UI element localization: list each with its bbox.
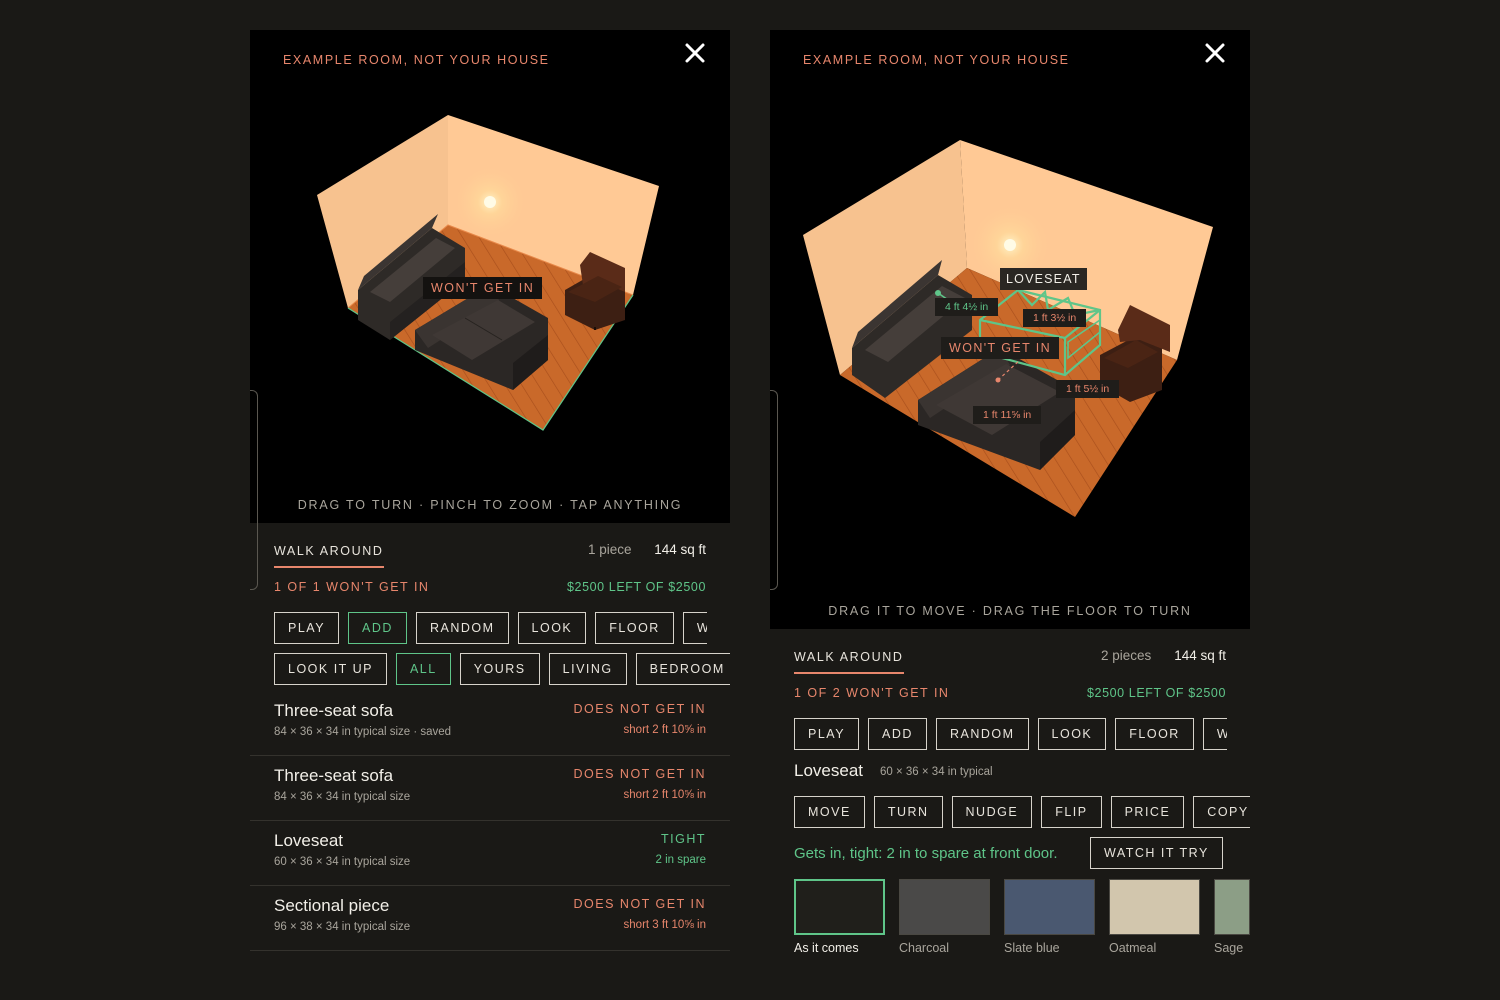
drawer-handle[interactable]: [770, 390, 778, 590]
wall-button[interactable]: WAL: [1202, 718, 1227, 750]
play-button[interactable]: PLAY: [794, 718, 860, 750]
bottom-sheet: WALK AROUND 2 pieces 144 sq ft 1 OF 2 WO…: [770, 629, 1250, 955]
floor-button[interactable]: FLOOR: [595, 612, 674, 644]
fit-status: 1 OF 2 WON'T GET IN: [794, 686, 950, 700]
swatch-slate-blue[interactable]: Slate blue: [1004, 879, 1095, 955]
random-button[interactable]: RANDOM: [935, 718, 1029, 750]
right-panel: EXAMPLE ROOM, NOT YOUR HOUSE LOVESEAT 4 …: [770, 30, 1250, 970]
swatch-as-it-comes[interactable]: As it comes: [794, 879, 885, 955]
item-fit-status: DOES NOT GET IN: [573, 897, 706, 911]
bottom-sheet: WALK AROUND 1 piece 144 sq ft 1 OF 1 WON…: [250, 523, 730, 951]
item-name: Three-seat sofa: [274, 701, 394, 720]
filter-all[interactable]: ALL: [395, 653, 451, 685]
item-name: Loveseat: [274, 831, 343, 850]
swatch-label: As it comes: [794, 941, 859, 955]
item-fit-detail: short 2 ft 10⅝ in: [623, 789, 706, 801]
nudge-button[interactable]: NUDGE: [951, 796, 1033, 828]
flip-button[interactable]: FLIP: [1041, 796, 1102, 828]
move-button[interactable]: MOVE: [794, 796, 865, 828]
dimension-label: 1 ft 5½ in: [1056, 380, 1120, 398]
swatch-oatmeal[interactable]: Oatmeal: [1109, 879, 1200, 955]
dimension-label: 1 ft 3½ in: [1023, 309, 1087, 327]
piece-count: 1 piece: [588, 542, 632, 557]
list-item[interactable]: Three-seat sofa 84 × 36 × 34 in typical …: [250, 756, 730, 821]
swatch-sage[interactable]: Sage: [1214, 879, 1250, 955]
copy-button[interactable]: COPY: [1193, 796, 1250, 828]
scene-title: EXAMPLE ROOM, NOT YOUR HOUSE: [803, 53, 1070, 67]
add-button[interactable]: ADD: [348, 612, 407, 644]
selected-item-name: Loveseat: [794, 761, 863, 780]
turn-button[interactable]: TURN: [873, 796, 943, 828]
catalog-list: Three-seat sofa 84 × 36 × 34 in typical …: [250, 691, 730, 951]
swatch-label: Slate blue: [1004, 941, 1060, 955]
floor-button[interactable]: FLOOR: [1115, 718, 1194, 750]
swatch-label: Sage: [1214, 941, 1244, 955]
room-area: 144 sq ft: [654, 542, 706, 557]
selected-item-dimensions: 60 × 36 × 34 in typical: [880, 766, 993, 778]
item-dimensions: 60 × 36 × 34 in typical size: [274, 856, 411, 868]
close-icon[interactable]: [682, 40, 708, 66]
swatch-color: [1214, 879, 1250, 935]
close-icon[interactable]: [1202, 40, 1228, 66]
left-panel: EXAMPLE ROOM, NOT YOUR HOUSE WON'T GET I…: [250, 30, 730, 970]
play-button[interactable]: PLAY: [274, 612, 340, 644]
swatch-color: [794, 879, 885, 935]
gesture-hint: DRAG TO TURN · PINCH TO ZOOM · TAP ANYTH…: [297, 498, 683, 512]
swatch-color: [1109, 879, 1200, 935]
wont-fit-tag: WON'T GET IN: [423, 277, 543, 299]
room-3d-view[interactable]: [770, 30, 1250, 629]
item-fit-detail: 2 in spare: [655, 854, 706, 866]
swatch-color: [1004, 879, 1095, 935]
budget-status: $2500 LEFT OF $2500: [1086, 686, 1226, 700]
look-it-up-button[interactable]: LOOK IT UP: [274, 653, 387, 685]
list-item[interactable]: Loveseat 60 × 36 × 34 in typical size TI…: [250, 821, 730, 886]
loveseat-tag: LOVESEAT: [1000, 268, 1087, 290]
item-dimensions: 84 × 36 × 34 in typical size: [274, 791, 411, 803]
look-button[interactable]: LOOK: [1037, 718, 1107, 750]
look-button[interactable]: LOOK: [517, 612, 587, 644]
budget-status: $2500 LEFT OF $2500: [566, 580, 706, 594]
item-fit-detail: short 2 ft 10⅝ in: [623, 724, 706, 736]
filter-yours[interactable]: YOURS: [459, 653, 540, 685]
swatch-color: [899, 879, 990, 935]
room-area: 144 sq ft: [1174, 648, 1226, 663]
fit-status: 1 OF 1 WON'T GET IN: [274, 580, 430, 594]
scene-title: EXAMPLE ROOM, NOT YOUR HOUSE: [283, 53, 550, 67]
piece-count: 2 pieces: [1101, 648, 1152, 663]
price-button[interactable]: PRICE: [1110, 796, 1185, 828]
filter-bedroom[interactable]: BEDROOM: [635, 653, 730, 685]
item-dimensions: 96 × 38 × 34 in typical size: [274, 921, 411, 933]
swatch-charcoal[interactable]: Charcoal: [899, 879, 990, 955]
tab-walk-around[interactable]: WALK AROUND: [274, 544, 384, 568]
wall-button[interactable]: WAL: [682, 612, 707, 644]
swatch-label: Charcoal: [899, 941, 950, 955]
item-name: Three-seat sofa: [274, 766, 394, 785]
swatch-label: Oatmeal: [1109, 941, 1157, 955]
watch-it-try-button[interactable]: WATCH IT TRY: [1090, 837, 1223, 869]
color-swatches: As it comes Charcoal Slate blue Oatmeal …: [794, 879, 1250, 955]
filter-living[interactable]: LIVING: [548, 653, 627, 685]
random-button[interactable]: RANDOM: [415, 612, 509, 644]
item-fit-status: DOES NOT GET IN: [573, 702, 706, 716]
room-viewport[interactable]: EXAMPLE ROOM, NOT YOUR HOUSE WON'T GET I…: [250, 30, 730, 523]
item-fit-status: DOES NOT GET IN: [573, 767, 706, 781]
fit-message: Gets in, tight: 2 in to spare at front d…: [794, 845, 1058, 862]
dimension-label: 1 ft 11⅝ in: [973, 406, 1042, 424]
room-viewport[interactable]: EXAMPLE ROOM, NOT YOUR HOUSE LOVESEAT 4 …: [770, 30, 1250, 629]
add-button[interactable]: ADD: [868, 718, 927, 750]
dimension-label: 4 ft 4½ in: [935, 298, 999, 316]
wont-fit-tag: WON'T GET IN: [941, 337, 1060, 359]
gesture-hint: DRAG IT TO MOVE · DRAG THE FLOOR TO TURN: [828, 604, 1192, 618]
list-item[interactable]: Sectional piece 96 × 38 × 34 in typical …: [250, 886, 730, 951]
list-item[interactable]: Three-seat sofa 84 × 36 × 34 in typical …: [250, 691, 730, 756]
item-dimensions: 84 × 36 × 34 in typical size · saved: [274, 726, 452, 738]
tab-walk-around[interactable]: WALK AROUND: [794, 650, 904, 674]
item-name: Sectional piece: [274, 896, 390, 915]
item-fit-detail: short 3 ft 10⅝ in: [623, 919, 706, 931]
item-fit-status: TIGHT: [661, 832, 706, 846]
